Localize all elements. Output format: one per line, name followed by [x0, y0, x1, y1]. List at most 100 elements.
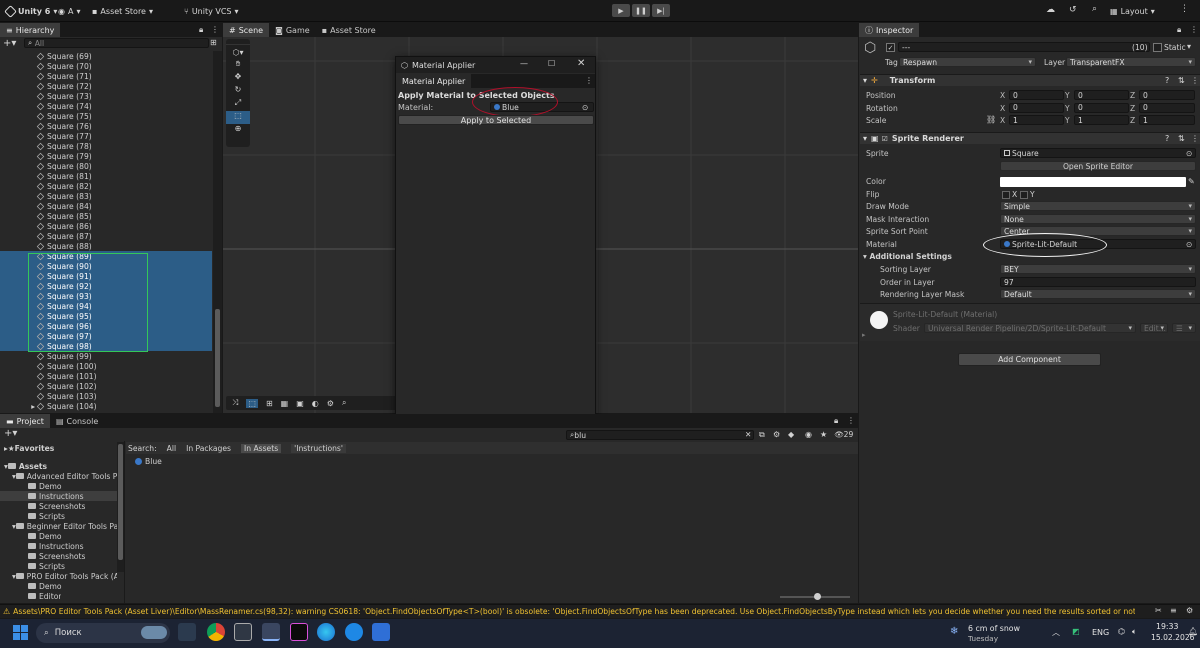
- transform-scale-x-field[interactable]: 1: [1009, 115, 1064, 125]
- project-folder-item[interactable]: Scripts: [0, 511, 117, 521]
- scope-in-assets[interactable]: In Assets: [240, 443, 282, 453]
- search-result-item[interactable]: Blue: [135, 456, 162, 466]
- window-titlebar[interactable]: ⬡ Material Applier — ☐ ✕: [396, 57, 595, 73]
- draw-mode-dropdown[interactable]: Simple: [1000, 201, 1196, 211]
- scale-tool-icon[interactable]: ⤢: [226, 98, 250, 111]
- tab-scene[interactable]: # Scene: [223, 23, 270, 37]
- scrollbar-thumb[interactable]: [215, 309, 220, 407]
- transform-rotation-z-field[interactable]: 0: [1139, 102, 1195, 113]
- tab-game[interactable]: ◙ Game: [269, 23, 316, 37]
- search-icon[interactable]: ⌕: [1092, 4, 1097, 14]
- hierarchy-item[interactable]: Square (102): [0, 381, 212, 391]
- play-button[interactable]: ▶: [612, 4, 630, 17]
- project-folder-item[interactable]: ▾ PRO Editor Tools Pack (A: [0, 571, 117, 581]
- project-folder-item[interactable]: Editor: [0, 591, 117, 601]
- shuffle-icon[interactable]: ⤨: [232, 398, 238, 408]
- rendering-layer-mask-dropdown[interactable]: Default: [1000, 289, 1196, 299]
- hierarchy-item[interactable]: ▸ Square (104): [0, 401, 212, 411]
- object-picker-icon[interactable]: ⊙: [582, 103, 588, 112]
- taskbar-search[interactable]: ⌕ Поиск: [36, 623, 170, 643]
- add-icon[interactable]: +▾: [3, 38, 16, 49]
- hierarchy-scrollbar[interactable]: [213, 51, 222, 413]
- preset-icon[interactable]: ⇅: [1178, 76, 1185, 85]
- tab-inspector[interactable]: ⓘ Inspector: [859, 23, 920, 37]
- hierarchy-item[interactable]: Square (86): [0, 221, 212, 231]
- chevron-down-icon[interactable]: ▾: [1187, 42, 1191, 51]
- rotate-tool-icon[interactable]: ↻: [226, 85, 250, 98]
- apply-to-selected-button[interactable]: Apply to Selected: [398, 115, 594, 125]
- tag-dropdown[interactable]: Respawn: [899, 57, 1036, 67]
- additional-settings-foldout[interactable]: ▾ Additional Settings: [863, 252, 952, 261]
- transform-tool-icon[interactable]: ⊕: [226, 124, 250, 137]
- project-folder-item[interactable]: Demo: [0, 581, 117, 591]
- pause-button[interactable]: ❚❚: [632, 4, 650, 17]
- hierarchy-item[interactable]: Square (103): [0, 391, 212, 401]
- transform-rotation-x-field[interactable]: 0: [1009, 102, 1064, 113]
- enabled-checkbox[interactable]: ☑: [882, 135, 888, 143]
- transform-position-x-field[interactable]: 0: [1009, 90, 1064, 100]
- eyedropper-icon[interactable]: ✎: [1188, 177, 1195, 186]
- hierarchy-item[interactable]: Square (85): [0, 211, 212, 221]
- foldout-icon[interactable]: ▸: [862, 331, 866, 339]
- wifi-icon[interactable]: ⌬: [1118, 627, 1125, 636]
- cloud-icon[interactable]: ☁: [1046, 5, 1055, 15]
- more-icon[interactable]: ⋮: [1190, 25, 1198, 34]
- minimize-icon[interactable]: —: [520, 59, 528, 68]
- transform-position-y-field[interactable]: 0: [1074, 90, 1129, 100]
- object-picker-icon[interactable]: ⊙: [1186, 149, 1192, 158]
- layer-dropdown[interactable]: TransparentFX: [1066, 57, 1196, 67]
- settings-icon[interactable]: ⚙: [1186, 606, 1193, 615]
- hand-tool-icon[interactable]: ✋︎: [226, 59, 250, 72]
- project-folder-item[interactable]: ▾ Advanced Editor Tools P: [0, 471, 117, 481]
- rect-icon[interactable]: ⬚: [246, 398, 258, 408]
- flip-x-checkbox[interactable]: [1002, 191, 1010, 199]
- more-icon[interactable]: ⋮: [1191, 134, 1199, 143]
- transform-scale-y-field[interactable]: 1: [1074, 115, 1129, 125]
- filter-log-icon[interactable]: ◉: [805, 430, 812, 439]
- steam-icon[interactable]: [178, 623, 196, 641]
- search-icon[interactable]: ⌕: [342, 398, 346, 408]
- more-icon[interactable]: ⋮: [585, 76, 593, 85]
- tab-project[interactable]: ▬ Project: [0, 414, 50, 428]
- tab-asset-store[interactable]: ▪ Asset Store: [316, 23, 382, 37]
- more-icon[interactable]: ⋮: [847, 416, 855, 425]
- constrain-proportions-icon[interactable]: ⛓: [986, 115, 996, 124]
- chrome-icon[interactable]: [207, 623, 225, 641]
- more-icon[interactable]: ⋮: [1180, 4, 1189, 14]
- project-search-input[interactable]: ⌕ blu ✕: [566, 430, 754, 440]
- search-type-icon[interactable]: ⧉: [759, 430, 765, 440]
- edge-icon[interactable]: [317, 623, 335, 641]
- project-folder-item[interactable]: Scripts: [0, 561, 117, 571]
- project-folder-item[interactable]: Instructions: [0, 491, 117, 501]
- hierarchy-search-input[interactable]: ⌕ All: [24, 38, 209, 48]
- windows-start-icon[interactable]: [13, 625, 28, 640]
- order-in-layer-field[interactable]: 97: [1000, 277, 1196, 287]
- project-folder-item[interactable]: Instructions: [0, 541, 117, 551]
- asset-store-button[interactable]: ▪ Asset Store ▾: [92, 4, 153, 18]
- preset-icon[interactable]: ⇅: [1178, 134, 1185, 143]
- transform-scale-z-field[interactable]: 1: [1139, 115, 1195, 125]
- object-picker-icon[interactable]: ⊙: [1186, 240, 1192, 249]
- layout-dropdown[interactable]: ▦ Layout ▾: [1110, 4, 1155, 18]
- shader-edit-button[interactable]: Edit...: [1140, 323, 1168, 333]
- add-icon[interactable]: +▾: [4, 428, 17, 439]
- hierarchy-item[interactable]: Square (78): [0, 141, 212, 151]
- history-icon[interactable]: ↺: [1069, 5, 1077, 15]
- step-button[interactable]: ▶|: [652, 4, 670, 17]
- hierarchy-item[interactable]: Square (84): [0, 201, 212, 211]
- weather-text[interactable]: 6 cm of snow: [968, 624, 1020, 633]
- hierarchy-item[interactable]: Square (82): [0, 181, 212, 191]
- move-tool-icon[interactable]: ✥: [226, 72, 250, 85]
- hierarchy-item[interactable]: Square (74): [0, 101, 212, 111]
- hierarchy-item[interactable]: Square (69): [0, 51, 212, 61]
- hierarchy-item[interactable]: Square (101): [0, 371, 212, 381]
- status-bar[interactable]: ⚠ Assets\PRO Editor Tools Pack (Asset Li…: [0, 604, 1200, 618]
- filter-icon[interactable]: ⊞: [210, 38, 217, 47]
- maximize-icon[interactable]: ☐: [548, 59, 555, 68]
- network-app-icon[interactable]: [345, 623, 363, 641]
- hierarchy-item[interactable]: Square (81): [0, 171, 212, 181]
- zoom-slider-thumb[interactable]: [814, 593, 821, 600]
- hierarchy-item[interactable]: Square (80): [0, 161, 212, 171]
- hierarchy-item[interactable]: Square (79): [0, 151, 212, 161]
- rider-icon[interactable]: [290, 623, 308, 641]
